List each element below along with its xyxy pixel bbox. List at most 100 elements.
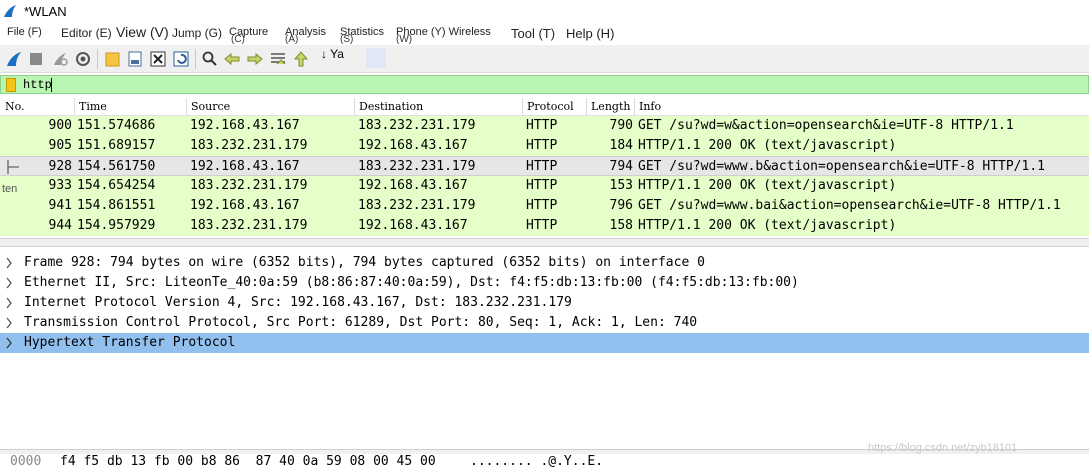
packet-row[interactable]: 905 151.689157 183.232.231.179 192.168.4… [0, 136, 1089, 156]
go-back-icon[interactable] [223, 50, 241, 68]
packet-source: 183.232.231.179 [190, 138, 308, 153]
menu-analysis-key: (A) [285, 34, 299, 45]
go-to-packet-icon[interactable] [269, 50, 287, 68]
detail-text: Transmission Control Protocol, Src Port:… [24, 315, 698, 330]
display-filter-text[interactable]: http [23, 78, 52, 92]
column-header-info[interactable]: Info [639, 100, 661, 114]
stop-square-icon[interactable] [27, 50, 45, 68]
filter-bookmark-icon[interactable] [6, 78, 16, 92]
pane-splitter[interactable] [0, 238, 1089, 247]
column-divider[interactable] [186, 98, 187, 116]
find-packet-icon[interactable] [201, 50, 219, 68]
packet-row[interactable]: 941 154.861551 192.168.43.167 183.232.23… [0, 196, 1089, 216]
packet-no: 905 [48, 138, 72, 153]
detail-text: Frame 928: 794 bytes on wire (6352 bits)… [24, 255, 705, 270]
packet-protocol: HTTP [526, 218, 558, 233]
menu-jump[interactable]: Jump (G) [172, 26, 222, 40]
menu-file[interactable]: File (F) [7, 26, 42, 38]
packet-length: 790 [609, 118, 633, 133]
capture-options-gear-icon[interactable] [74, 50, 92, 68]
detail-text: Ethernet II, Src: LiteonTe_40:0a:59 (b8:… [24, 275, 799, 290]
detail-row-tcp[interactable]: Transmission Control Protocol, Src Port:… [0, 313, 1089, 333]
go-forward-icon[interactable] [246, 50, 264, 68]
toolbar-separator [195, 49, 196, 69]
packet-no: 928 [48, 159, 72, 174]
request-marker-icon [7, 160, 19, 174]
packet-destination: 183.232.231.179 [358, 118, 476, 133]
detail-text: Hypertext Transfer Protocol [24, 335, 236, 350]
packet-protocol: HTTP [526, 178, 558, 193]
packet-bytes-pane[interactable]: 0000 f4 f5 db 13 fb 00 b8 86 87 40 0a 59… [0, 454, 1089, 469]
packet-length: 153 [609, 178, 633, 193]
column-header-protocol[interactable]: Protocol [527, 100, 574, 114]
chevron-right-icon[interactable] [5, 317, 13, 329]
toolbar-separator [97, 49, 98, 69]
packet-source: 192.168.43.167 [190, 118, 300, 133]
packet-no: 944 [48, 218, 72, 233]
menu-edit[interactable]: Editor (E) [61, 26, 112, 40]
packet-info: HTTP/1.1 200 OK (text/javascript) [638, 218, 897, 233]
menu-capture[interactable]: Capture (C) [229, 26, 268, 45]
packet-no: 933 [48, 178, 72, 193]
blurred-toolbar-icon[interactable] [366, 48, 386, 68]
packet-details-tree[interactable]: Frame 928: 794 bytes on wire (6352 bits)… [0, 253, 1089, 449]
packet-row[interactable]: 944 154.957929 183.232.231.179 192.168.4… [0, 216, 1089, 236]
toolbar-overflow-label[interactable]: ↓ Ya [321, 47, 344, 61]
menu-view[interactable]: View (V) [116, 24, 169, 40]
column-header-source[interactable]: Source [191, 100, 230, 114]
column-divider[interactable] [634, 98, 635, 116]
column-divider[interactable] [522, 98, 523, 116]
column-divider[interactable] [354, 98, 355, 116]
hex-offset: 0000 [10, 454, 42, 469]
packet-row-selected[interactable]: 928 154.561750 192.168.43.167 183.232.23… [0, 156, 1089, 176]
menu-phone-wireless[interactable]: Phone (Y) Wireless (W) [396, 26, 491, 45]
packet-row[interactable]: 933 154.654254 183.232.231.179 192.168.4… [0, 176, 1089, 196]
column-header-no[interactable]: No. [5, 100, 25, 114]
chevron-right-icon[interactable] [5, 337, 13, 349]
save-file-icon[interactable] [126, 50, 144, 68]
packet-destination: 183.232.231.179 [358, 198, 476, 213]
packet-time: 151.574686 [77, 118, 156, 133]
menu-tools[interactable]: Tool (T) [511, 26, 555, 41]
detail-row-ethernet[interactable]: Ethernet II, Src: LiteonTe_40:0a:59 (b8:… [0, 273, 1089, 293]
detail-row-ipv4[interactable]: Internet Protocol Version 4, Src: 192.16… [0, 293, 1089, 313]
packet-protocol: HTTP [526, 159, 558, 174]
packet-destination: 192.168.43.167 [358, 178, 468, 193]
text-caret [51, 78, 52, 92]
packet-list[interactable]: 900 151.574686 192.168.43.167 183.232.23… [0, 116, 1089, 238]
menu-help[interactable]: Help (H) [566, 26, 614, 41]
packet-length: 184 [609, 138, 633, 153]
chevron-right-icon[interactable] [5, 277, 13, 289]
open-folder-icon[interactable] [104, 50, 122, 68]
column-divider[interactable] [74, 98, 75, 116]
chevron-right-icon[interactable] [5, 297, 13, 309]
menu-analysis[interactable]: Analysis (A) [285, 26, 326, 45]
detail-row-http-selected[interactable]: Hypertext Transfer Protocol [0, 333, 1089, 353]
packet-time: 151.689157 [77, 138, 156, 153]
chevron-right-icon[interactable] [5, 257, 13, 269]
packet-source: 192.168.43.167 [190, 159, 300, 174]
hex-ascii[interactable]: ........ .@.Y..E. [470, 454, 603, 469]
packet-no: 900 [48, 118, 72, 133]
menu-bar: File (F) Editor (E) View (V) Jump (G) Ca… [0, 23, 1089, 45]
title-bar: *WLAN [0, 0, 1089, 23]
column-divider[interactable] [586, 98, 587, 116]
column-header-time[interactable]: Time [79, 100, 107, 114]
column-header-destination[interactable]: Destination [359, 100, 423, 114]
display-filter-bar: http [0, 75, 1089, 95]
display-filter-input[interactable]: http [0, 75, 1089, 94]
reload-file-icon[interactable] [172, 50, 190, 68]
packet-time: 154.957929 [77, 218, 156, 233]
go-first-icon[interactable] [292, 50, 310, 68]
detail-row-frame[interactable]: Frame 928: 794 bytes on wire (6352 bits)… [0, 253, 1089, 273]
close-file-icon[interactable] [149, 50, 167, 68]
packet-row[interactable]: 900 151.574686 192.168.43.167 183.232.23… [0, 116, 1089, 136]
menu-statistics[interactable]: Statistics (S) [340, 26, 384, 45]
packet-length: 158 [609, 218, 633, 233]
column-header-length[interactable]: Length [591, 100, 630, 114]
shark-fin-start-icon[interactable] [5, 50, 23, 68]
packet-destination: 183.232.231.179 [358, 159, 476, 174]
hex-bytes[interactable]: f4 f5 db 13 fb 00 b8 86 87 40 0a 59 08 0… [60, 454, 436, 469]
side-overlay-label: ten [2, 183, 18, 195]
restart-icon[interactable] [51, 50, 69, 68]
